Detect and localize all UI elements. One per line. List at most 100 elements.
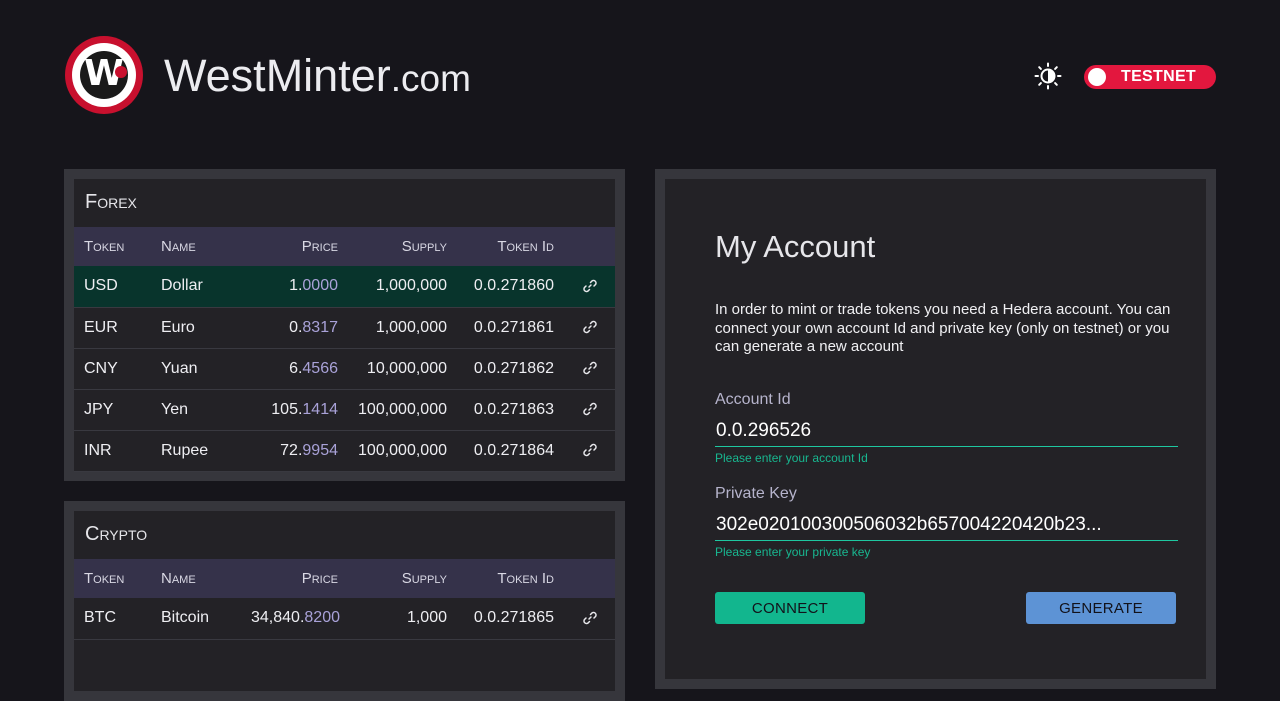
price-int: 0.	[289, 318, 303, 336]
link-icon[interactable]	[582, 401, 598, 417]
price-dec: 0000	[302, 277, 338, 295]
cell-token-id: 0.0.271865	[473, 609, 554, 627]
cell-link[interactable]	[564, 430, 615, 471]
cell-supply: 100,000,000	[358, 400, 447, 418]
price-dec: 4566	[302, 359, 338, 377]
col-token: Token	[84, 238, 125, 255]
theme-toggle-icon[interactable]	[1034, 62, 1062, 90]
col-name: Name	[161, 570, 196, 587]
cell-token-id: 0.0.271862	[473, 359, 554, 377]
account-panel: My Account In order to mint or trade tok…	[655, 169, 1216, 689]
cell-supply: 1,000,000	[375, 277, 447, 295]
col-link	[564, 559, 615, 598]
account-description: In order to mint or trade tokens you nee…	[715, 301, 1171, 355]
cell-token-id: 0.0.271863	[473, 400, 554, 418]
col-supply: Supply	[401, 570, 447, 587]
price-int: 34,840.	[251, 609, 305, 627]
logo-dot	[115, 66, 127, 78]
cell-token: CNY	[84, 359, 118, 377]
cell-supply: 1,000	[406, 609, 447, 627]
cell-supply: 100,000,000	[358, 441, 447, 459]
network-toggle[interactable]: TESTNET	[1084, 65, 1216, 89]
private-key-label: Private Key	[715, 485, 797, 502]
link-icon[interactable]	[582, 610, 598, 626]
network-label: TESTNET	[1121, 68, 1196, 85]
cell-price: 34,840.8200	[241, 598, 348, 639]
forex-title: Forex	[74, 179, 615, 227]
connect-button[interactable]: CONNECT	[715, 592, 865, 624]
forex-panel: Forex Token Name Price Supply Token Id U…	[64, 169, 625, 481]
col-price: Price	[301, 570, 338, 587]
price-int: 1.	[289, 277, 303, 295]
cell-price: 0.8317	[241, 307, 348, 348]
table-row[interactable]: JPY Yen 105.1414 100,000,000 0.0.271863	[74, 389, 615, 430]
price-dec: 8200	[304, 609, 340, 627]
table-row[interactable]: CNY Yuan 6.4566 10,000,000 0.0.271862	[74, 348, 615, 389]
cell-supply: 10,000,000	[366, 359, 447, 377]
cell-link[interactable]	[564, 307, 615, 348]
crypto-panel: Crypto Token Name Price Supply Token Id …	[64, 501, 625, 701]
forex-table: Token Name Price Supply Token Id USD Dol…	[74, 227, 615, 472]
cell-name: Dollar	[161, 277, 203, 295]
private-key-input[interactable]	[715, 509, 1178, 541]
account-id-hint: Please enter your account Id	[715, 451, 868, 465]
westminter-logo[interactable]: W	[65, 36, 143, 114]
table-row[interactable]: BTC Bitcoin 34,840.8200 1,000 0.0.271865	[74, 598, 615, 639]
cell-token: BTC	[84, 609, 116, 627]
price-int: 6.	[289, 359, 303, 377]
table-row[interactable]: INR Rupee 72.9954 100,000,000 0.0.271864	[74, 430, 615, 471]
price-dec: 9954	[302, 441, 338, 459]
account-title: My Account	[715, 229, 876, 264]
cell-name: Rupee	[161, 441, 209, 459]
cell-name: Yuan	[161, 359, 198, 377]
cell-token-id: 0.0.271864	[473, 441, 554, 459]
link-icon[interactable]	[582, 442, 598, 458]
link-icon[interactable]	[582, 278, 598, 294]
crypto-table: Token Name Price Supply Token Id BTC Bit…	[74, 559, 615, 640]
cell-price: 6.4566	[241, 348, 348, 389]
cell-link[interactable]	[564, 348, 615, 389]
cell-token-id: 0.0.271860	[473, 277, 554, 295]
link-icon[interactable]	[582, 360, 598, 376]
cell-token: JPY	[84, 400, 114, 418]
table-row[interactable]: EUR Euro 0.8317 1,000,000 0.0.271861	[74, 307, 615, 348]
generate-button[interactable]: GENERATE	[1026, 592, 1176, 624]
cell-link[interactable]	[564, 598, 615, 639]
site-title-main: WestMinter	[164, 50, 391, 101]
cell-token-id: 0.0.271861	[473, 318, 554, 336]
cell-name: Yen	[161, 400, 188, 418]
cell-name: Bitcoin	[161, 609, 210, 627]
col-token-id: Token Id	[497, 238, 554, 255]
forex-header-row: Token Name Price Supply Token Id	[74, 227, 615, 266]
cell-name: Euro	[161, 318, 195, 336]
col-supply: Supply	[401, 238, 447, 255]
network-toggle-knob[interactable]	[1088, 68, 1106, 86]
price-int: 72.	[280, 441, 303, 459]
col-token: Token	[84, 570, 125, 587]
col-token-id: Token Id	[497, 570, 554, 587]
col-name: Name	[161, 238, 196, 255]
cell-price: 1.0000	[241, 266, 348, 307]
cell-token: USD	[84, 277, 118, 295]
cell-token: EUR	[84, 318, 118, 336]
account-id-label: Account Id	[715, 391, 791, 408]
price-dec: 8317	[302, 318, 338, 336]
private-key-hint: Please enter your private key	[715, 545, 871, 559]
cell-link[interactable]	[564, 266, 615, 307]
table-row[interactable]: USD Dollar 1.0000 1,000,000 0.0.271860	[74, 266, 615, 307]
cell-price: 72.9954	[241, 430, 348, 471]
price-int: 105.	[271, 400, 303, 418]
col-link	[564, 227, 615, 266]
account-id-input[interactable]	[715, 415, 1178, 447]
crypto-header-row: Token Name Price Supply Token Id	[74, 559, 615, 598]
crypto-title: Crypto	[74, 511, 615, 559]
col-price: Price	[301, 238, 338, 255]
cell-link[interactable]	[564, 389, 615, 430]
site-title-domain: .com	[390, 58, 471, 99]
cell-supply: 1,000,000	[375, 318, 447, 336]
link-icon[interactable]	[582, 319, 598, 335]
cell-token: INR	[84, 441, 112, 459]
price-dec: 1414	[302, 400, 338, 418]
cell-price: 105.1414	[241, 389, 348, 430]
site-title: WestMinter.com	[164, 50, 471, 105]
